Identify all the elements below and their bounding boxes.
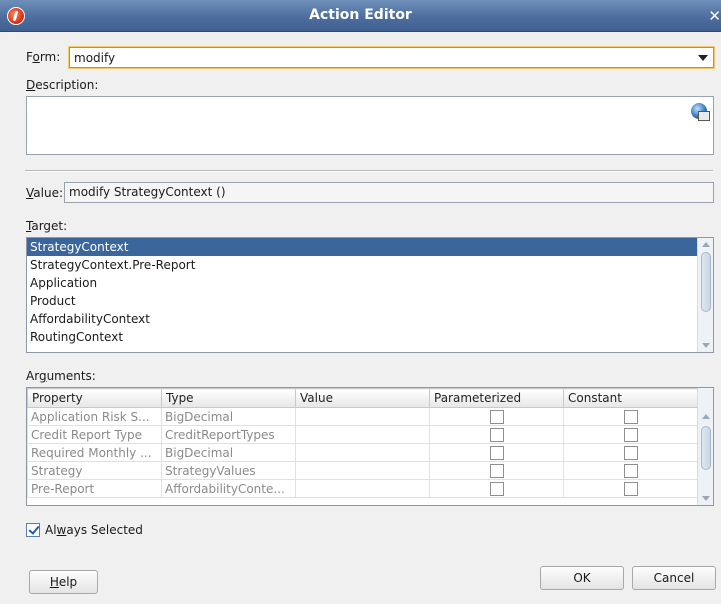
title-bar[interactable]: Action Editor ✕ xyxy=(0,0,721,32)
column-header-constant[interactable]: Constant xyxy=(563,388,698,408)
table-row[interactable]: Strategy StrategyValues xyxy=(27,461,698,480)
scroll-down-icon[interactable] xyxy=(702,496,710,501)
help-button[interactable]: Help xyxy=(29,570,98,594)
scroll-thumb[interactable] xyxy=(701,252,711,312)
parameterized-checkbox[interactable] xyxy=(489,409,504,424)
arguments-scrollbar[interactable] xyxy=(697,388,713,505)
cell-value[interactable] xyxy=(295,407,430,426)
cell-property: Credit Report Type xyxy=(27,425,162,444)
parameterized-checkbox[interactable] xyxy=(489,427,504,442)
constant-checkbox[interactable] xyxy=(623,445,638,460)
constant-checkbox[interactable] xyxy=(623,409,638,424)
close-icon[interactable]: ✕ xyxy=(705,7,721,25)
value-label: Value: xyxy=(26,186,63,200)
value-field: modify StrategyContext () xyxy=(64,182,714,203)
cell-value[interactable] xyxy=(295,479,430,498)
form-label: Form: xyxy=(26,50,61,64)
table-row[interactable]: Pre-Report AffordabilityConte... xyxy=(27,479,698,498)
divider xyxy=(25,170,713,172)
cell-type: AffordabilityConte... xyxy=(161,479,296,498)
form-combobox-value: modify xyxy=(74,51,116,65)
list-item-application[interactable]: Application xyxy=(27,274,713,292)
cell-type: StrategyValues xyxy=(161,461,296,480)
parameterized-checkbox[interactable] xyxy=(489,481,504,496)
constant-checkbox[interactable] xyxy=(623,427,638,442)
target-label: Target: xyxy=(26,219,68,233)
cell-property: Strategy xyxy=(27,461,162,480)
cell-property: Application Risk S... xyxy=(27,407,162,426)
constant-checkbox[interactable] xyxy=(623,481,638,496)
scroll-up-icon[interactable] xyxy=(702,414,710,419)
table-row[interactable]: Credit Report Type CreditReportTypes xyxy=(27,425,698,444)
window-title: Action Editor xyxy=(309,7,412,23)
cell-type: BigDecimal xyxy=(161,407,296,426)
table-row[interactable]: Required Monthly ... BigDecimal xyxy=(27,443,698,462)
arguments-grid: Property Type Value Parameterized Consta… xyxy=(27,388,698,498)
description-textarea[interactable] xyxy=(26,96,714,155)
cell-type: CreditReportTypes xyxy=(161,425,296,444)
ok-button[interactable]: OK xyxy=(540,566,624,590)
constant-checkbox[interactable] xyxy=(623,463,638,478)
description-label: Description: xyxy=(26,78,99,92)
scroll-down-icon[interactable] xyxy=(702,343,710,348)
chevron-down-icon[interactable] xyxy=(698,55,708,61)
cell-property: Required Monthly ... xyxy=(27,443,162,462)
list-item-strategycontext-pre-report[interactable]: StrategyContext.Pre-Report xyxy=(27,256,713,274)
form-combobox[interactable]: modify xyxy=(69,47,714,68)
target-scrollbar[interactable] xyxy=(697,238,713,352)
arguments-label: Arguments: xyxy=(26,369,96,383)
scroll-up-icon[interactable] xyxy=(702,242,710,247)
list-item-product[interactable]: Product xyxy=(27,292,713,310)
list-item-affordabilitycontext[interactable]: AffordabilityContext xyxy=(27,310,713,328)
target-list[interactable]: StrategyContext StrategyContext.Pre-Repo… xyxy=(26,237,714,353)
scroll-thumb[interactable] xyxy=(701,426,711,470)
arguments-table[interactable]: Property Type Value Parameterized Consta… xyxy=(26,387,714,506)
list-item-strategycontext[interactable]: StrategyContext xyxy=(27,238,713,256)
cell-value[interactable] xyxy=(295,443,430,462)
cell-value[interactable] xyxy=(295,461,430,480)
column-header-value[interactable]: Value xyxy=(295,388,430,408)
always-selected-label[interactable]: Always Selected xyxy=(45,523,143,537)
column-header-property[interactable]: Property xyxy=(27,388,162,408)
cancel-button[interactable]: Cancel xyxy=(632,566,716,590)
cell-value[interactable] xyxy=(295,425,430,444)
parameterized-checkbox[interactable] xyxy=(489,445,504,460)
column-header-type[interactable]: Type xyxy=(161,388,296,408)
always-selected-checkbox[interactable] xyxy=(26,523,40,537)
column-header-parameterized[interactable]: Parameterized xyxy=(429,388,564,408)
globe-edit-icon[interactable] xyxy=(691,103,710,121)
action-editor-dialog: Action Editor ✕ Form: modify Description… xyxy=(0,0,721,604)
parameterized-checkbox[interactable] xyxy=(489,463,504,478)
list-item-routingcontext[interactable]: RoutingContext xyxy=(27,328,713,346)
table-row[interactable]: Application Risk S... BigDecimal xyxy=(27,407,698,426)
cell-type: BigDecimal xyxy=(161,443,296,462)
cell-property: Pre-Report xyxy=(27,479,162,498)
